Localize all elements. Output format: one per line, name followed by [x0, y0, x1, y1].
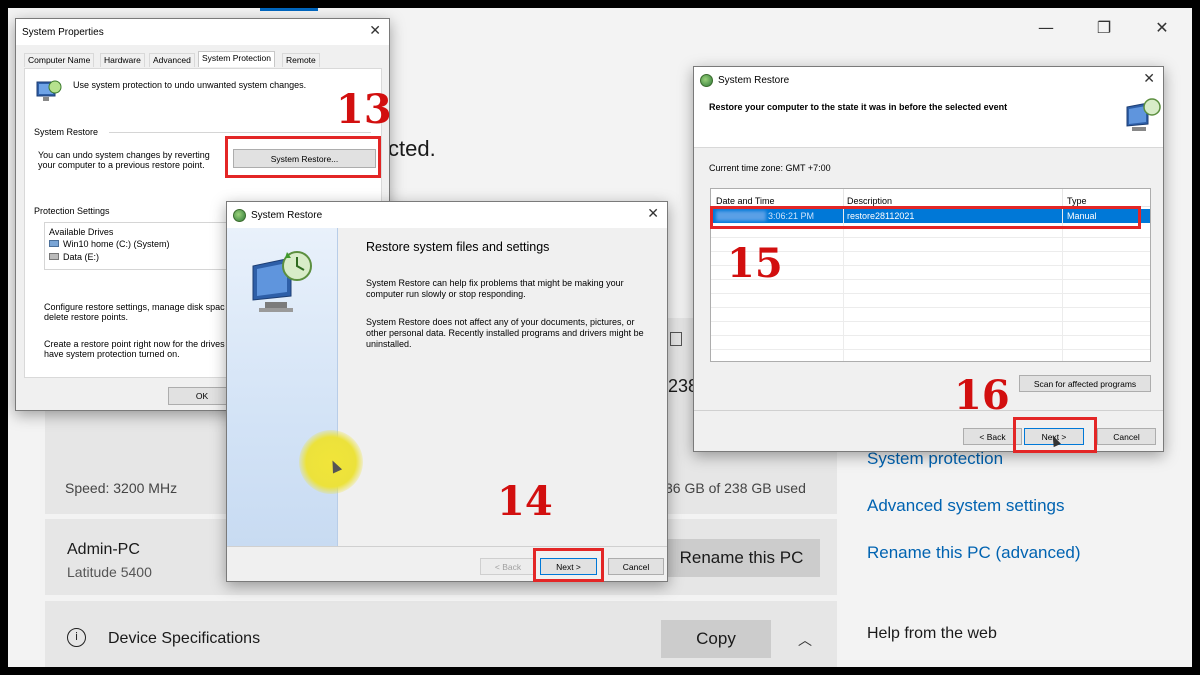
drives-list: Available Drives Win10 home (C:) (System…: [44, 222, 244, 270]
col-type[interactable]: Type: [1067, 196, 1087, 206]
col-line: [843, 207, 844, 361]
row-line: [711, 307, 1150, 308]
help-web-heading: Help from the web: [867, 625, 997, 642]
storage-used: 36 GB of 238 GB used: [665, 480, 806, 496]
computer-restore-icon: [1126, 98, 1161, 131]
col-divider: [1062, 189, 1063, 207]
tab-system-protection[interactable]: System Protection: [198, 51, 275, 67]
create-text-1: Create a restore point right now for the…: [44, 339, 230, 349]
wizard1-heading: Restore system files and settings: [366, 240, 550, 254]
sysprops-close-icon[interactable]: ✕: [369, 22, 381, 39]
highlight-restore-point: [710, 206, 1141, 229]
row-line: [711, 237, 1150, 238]
drives-header: Available Drives: [49, 227, 114, 237]
rename-advanced-link[interactable]: Rename this PC (advanced): [867, 543, 1081, 563]
sysprops-intro: Use system protection to undo unwanted s…: [73, 80, 307, 90]
tab-remote[interactable]: Remote: [282, 53, 320, 67]
step-16: 16: [954, 372, 1010, 419]
restore-desc-2: your computer to a previous restore poin…: [38, 160, 205, 170]
sysprops-titlebar: System Properties: [16, 19, 389, 45]
wizard1-p2-line1: System Restore does not affect any of yo…: [366, 317, 635, 327]
wizard1-back-button[interactable]: < Back: [480, 558, 536, 575]
table-header: Date and Time Description Type: [711, 189, 1150, 207]
computer-restore-icon: [252, 251, 312, 312]
system-restore-wizard-1: System Restore ✕ Restore system files an…: [226, 201, 668, 582]
col-divider: [843, 189, 844, 207]
timezone-label: Current time zone: GMT +7:00: [709, 163, 831, 173]
rename-pc-button[interactable]: Rename this PC: [663, 539, 820, 577]
col-description[interactable]: Description: [847, 196, 892, 206]
system-restore-icon: [700, 73, 713, 87]
row-line: [711, 321, 1150, 322]
wizard1-close-icon[interactable]: ✕: [647, 205, 659, 222]
wizard2-header-divider: [694, 147, 1163, 148]
device-specs-label: Device Specifications: [108, 630, 261, 647]
row-line: [711, 293, 1150, 294]
wizard2-heading: Restore your computer to the state it wa…: [709, 102, 1008, 112]
accent-bar: [260, 8, 318, 11]
wizard-side-panel: [227, 228, 363, 546]
partial-heading: cted.: [388, 136, 436, 161]
wizard1-title: System Restore: [251, 209, 323, 221]
step-15: 15: [727, 240, 783, 287]
wizard2-title: System Restore: [718, 74, 790, 86]
pc-name: Admin-PC: [67, 541, 140, 558]
tab-strip: Computer Name Hardware Advanced System P…: [24, 51, 384, 69]
wizard1-cancel-button[interactable]: Cancel: [608, 558, 664, 575]
wizard2-titlebar: System Restore: [694, 67, 1163, 93]
row-line: [711, 335, 1150, 336]
tab-advanced[interactable]: Advanced: [149, 53, 195, 67]
system-restore-icon: [233, 208, 246, 222]
step-13: 13: [336, 86, 392, 133]
highlight-next-14: [533, 548, 604, 582]
wizard1-p2-line2: other personal data. Recently installed …: [366, 328, 644, 338]
close-window-icon[interactable]: ✕: [1142, 18, 1182, 38]
config-text-2: delete restore points.: [44, 312, 129, 322]
wizard1-p2-line3: uninstalled.: [366, 339, 412, 349]
col-line: [1062, 207, 1063, 361]
drive-c[interactable]: Win10 home (C:) (System): [63, 239, 170, 249]
restore-window-icon[interactable]: ❐: [1084, 18, 1124, 38]
wizard2-cancel-button[interactable]: Cancel: [1097, 428, 1156, 445]
drive-icon: [49, 253, 59, 260]
speed-text: Speed: 3200 MHz: [65, 480, 178, 496]
highlight-next-16: [1013, 417, 1097, 453]
step-14: 14: [497, 478, 553, 525]
system-restore-group-label: System Restore: [34, 127, 99, 137]
sysprops-title: System Properties: [22, 26, 104, 38]
row-line: [711, 349, 1150, 350]
config-text-1: Configure restore settings, manage disk …: [44, 302, 225, 312]
wizard1-p1-line2: computer run slowly or stop responding.: [366, 289, 526, 299]
drive-icon: [49, 240, 59, 247]
advanced-settings-link[interactable]: Advanced system settings: [867, 496, 1064, 516]
group-divider: [109, 132, 371, 133]
wizard2-footer-divider: [694, 410, 1163, 411]
col-date-time[interactable]: Date and Time: [716, 196, 775, 206]
chevron-up-icon[interactable]: ︿: [798, 630, 812, 650]
wizard1-footer-divider: [227, 546, 667, 547]
create-text-2: have system protection turned on.: [44, 349, 180, 359]
tab-hardware[interactable]: Hardware: [100, 53, 145, 67]
scan-affected-button[interactable]: Scan for affected programs: [1019, 375, 1151, 392]
system-protection-icon: [36, 80, 62, 101]
system-protection-link[interactable]: System protection: [867, 449, 1003, 469]
tab-computer-name[interactable]: Computer Name: [24, 53, 95, 67]
info-icon: i: [67, 628, 86, 647]
minimize-icon[interactable]: —: [1026, 18, 1066, 38]
copy-button[interactable]: Copy: [661, 620, 771, 658]
protection-settings-label: Protection Settings: [34, 206, 110, 216]
drive-e[interactable]: Data (E:): [63, 252, 99, 262]
highlight-system-restore: [225, 136, 381, 178]
storage-icon: [670, 332, 682, 346]
wizard1-titlebar: System Restore: [227, 202, 667, 228]
wizard2-close-icon[interactable]: ✕: [1143, 70, 1155, 87]
wizard1-p1-line1: System Restore can help fix problems tha…: [366, 278, 624, 288]
pc-model: Latitude 5400: [67, 564, 152, 580]
restore-desc-1: You can undo system changes by reverting: [38, 150, 210, 160]
